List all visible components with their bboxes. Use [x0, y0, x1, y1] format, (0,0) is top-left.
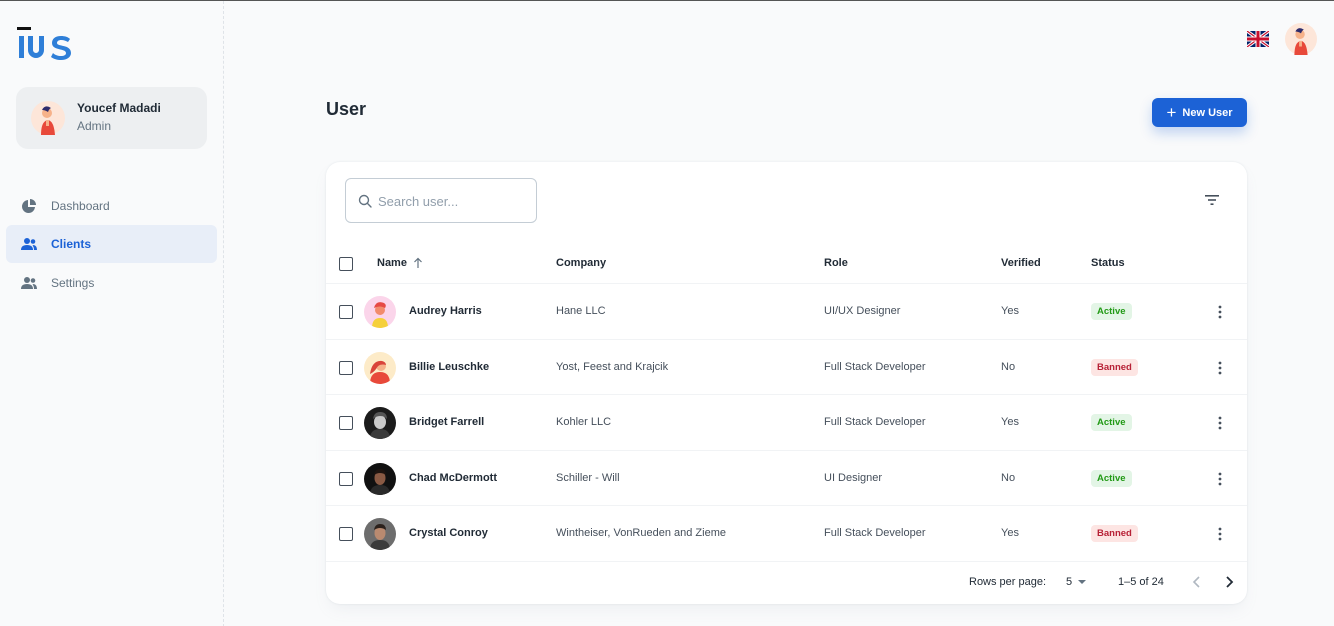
- table-row[interactable]: Crystal Conroy Wintheiser, VonRueden and…: [326, 506, 1247, 562]
- status-badge: Banned: [1091, 358, 1138, 376]
- account-avatar[interactable]: [1285, 23, 1317, 55]
- new-user-label: New User: [1182, 106, 1233, 119]
- nav-label-clients: Clients: [51, 237, 92, 251]
- user-name: Bridget Farrell: [409, 416, 485, 428]
- select-all-checkbox[interactable]: [339, 257, 353, 271]
- user-verified: Yes: [1001, 416, 1019, 428]
- account-card[interactable]: Youcef Madadi Admin: [16, 87, 207, 149]
- status-badge: Active: [1091, 414, 1132, 431]
- row-checkbox[interactable]: [339, 360, 353, 375]
- user-verified: No: [1001, 471, 1016, 484]
- column-name[interactable]: Name: [377, 257, 407, 269]
- row-checkbox[interactable]: [339, 527, 353, 541]
- page-range: 1–5 of 24: [1118, 576, 1164, 588]
- status-badge: Active: [1091, 469, 1132, 487]
- table-row[interactable]: Bridget Farrell Kohler LLC Full Stack De…: [326, 395, 1247, 451]
- column-role[interactable]: Role: [824, 257, 848, 269]
- user-avatar: [364, 462, 396, 495]
- user-role: Full Stack Developer: [824, 360, 926, 373]
- plus-icon: +: [1166, 102, 1177, 122]
- search-box[interactable]: [345, 178, 537, 223]
- account-role: Admin: [77, 119, 112, 133]
- user-avatar: [364, 518, 396, 550]
- column-verified[interactable]: Verified: [1001, 257, 1041, 269]
- page-title: User: [326, 99, 367, 119]
- user-role: Full Stack Developer: [824, 527, 926, 539]
- chevron-left-icon[interactable]: [1190, 574, 1204, 590]
- table-row[interactable]: Audrey Harris Hane LLC UI/UX Designer Ye…: [326, 284, 1247, 340]
- nav-item-clients[interactable]: Clients: [6, 225, 217, 263]
- user-avatar: [31, 101, 65, 135]
- user-name: Crystal Conroy: [409, 527, 488, 539]
- row-checkbox[interactable]: [339, 416, 353, 430]
- table-row[interactable]: Billie Leuschke Yost, Feest and Krajcik …: [326, 340, 1247, 395]
- pagination: Rows per page: 5 1–5 of 24: [326, 562, 1247, 604]
- user-table-card: Name Company Role Verified Status Audrey…: [326, 162, 1247, 604]
- nav-label-dashboard: Dashboard: [51, 199, 110, 213]
- more-vertical-icon[interactable]: [1215, 415, 1225, 431]
- row-checkbox[interactable]: [339, 305, 353, 319]
- user-company: Kohler LLC: [556, 416, 612, 428]
- people-icon: [21, 238, 37, 250]
- user-verified: No: [1001, 360, 1016, 373]
- nav-item-dashboard[interactable]: Dashboard: [6, 187, 217, 225]
- more-vertical-icon[interactable]: [1215, 526, 1225, 542]
- column-status[interactable]: Status: [1091, 257, 1125, 269]
- user-avatar: [364, 296, 396, 328]
- status-badge: Active: [1091, 303, 1132, 320]
- table-header: Name Company Role Verified Status: [326, 244, 1247, 284]
- chevron-right-icon[interactable]: [1222, 574, 1236, 590]
- user-company: Wintheiser, VonRueden and Zieme: [556, 527, 726, 539]
- user-name: Audrey Harris: [409, 305, 482, 317]
- user-company: Hane LLC: [556, 305, 606, 317]
- people-icon: [21, 277, 37, 289]
- user-role: UI/UX Designer: [824, 305, 901, 317]
- more-vertical-icon[interactable]: [1215, 360, 1225, 376]
- filter-list-icon[interactable]: [1204, 193, 1220, 207]
- rows-per-page-select[interactable]: 5: [1066, 576, 1072, 588]
- ius-logo[interactable]: [17, 27, 73, 61]
- user-verified: Yes: [1001, 527, 1019, 539]
- user-name: Chad McDermott: [409, 471, 498, 484]
- caret-down-icon[interactable]: [1078, 580, 1086, 584]
- new-user-button[interactable]: + New User: [1152, 98, 1247, 127]
- search-input[interactable]: [378, 187, 528, 215]
- nav-item-settings[interactable]: Settings: [6, 264, 217, 302]
- column-company[interactable]: Company: [556, 257, 606, 269]
- arrow-up-icon[interactable]: [413, 257, 423, 269]
- nav-label-settings: Settings: [51, 276, 95, 290]
- user-avatar: [364, 407, 396, 439]
- pie-chart-icon: [22, 199, 36, 213]
- account-name: Youcef Madadi: [77, 101, 161, 115]
- rows-per-page-label: Rows per page:: [969, 576, 1047, 588]
- row-checkbox[interactable]: [339, 471, 353, 486]
- user-role: Full Stack Developer: [824, 416, 926, 428]
- search-icon: [358, 194, 372, 208]
- status-badge: Banned: [1091, 525, 1138, 542]
- more-vertical-icon[interactable]: [1215, 471, 1225, 487]
- user-company: Schiller - Will: [556, 471, 620, 484]
- table-row[interactable]: Chad McDermott Schiller - Will UI Design…: [326, 451, 1247, 506]
- user-verified: Yes: [1001, 305, 1019, 317]
- user-role: UI Designer: [824, 471, 883, 484]
- uk-flag-icon[interactable]: [1247, 31, 1269, 47]
- user-name: Billie Leuschke: [409, 360, 490, 373]
- user-company: Yost, Feest and Krajcik: [556, 360, 669, 373]
- user-avatar: [364, 351, 396, 384]
- more-vertical-icon[interactable]: [1215, 304, 1225, 320]
- sidebar: Youcef Madadi Admin Dashboard Clients Se…: [0, 1, 224, 626]
